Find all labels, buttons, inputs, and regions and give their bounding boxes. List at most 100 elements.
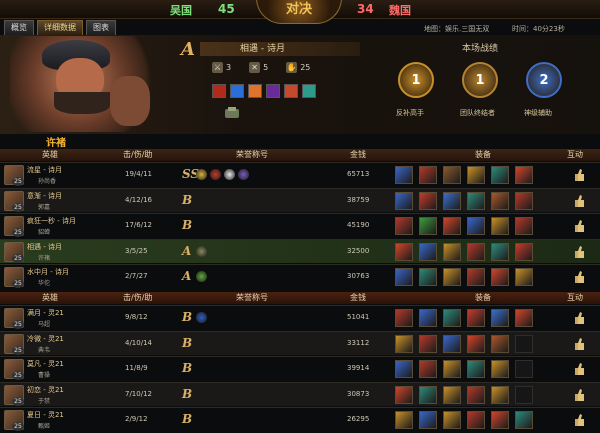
equipment-slot[interactable] — [515, 242, 533, 261]
team-left-score: 45 — [218, 2, 235, 16]
equipment-slot[interactable] — [395, 268, 413, 286]
equipment-slot[interactable] — [467, 309, 485, 327]
equipment-slot[interactable] — [419, 191, 437, 210]
equipment-slot[interactable] — [443, 360, 461, 378]
equipment-slot[interactable] — [491, 411, 509, 429]
equipment-slot[interactable] — [515, 334, 533, 353]
skill-icon — [284, 84, 298, 98]
equipment-slot[interactable] — [395, 166, 413, 184]
player-row[interactable]: 25 莫凡 - 灵21 曹操 11/8/9 B 39914 — [0, 356, 600, 380]
hero-grade: A — [181, 39, 195, 60]
equipment-slot[interactable] — [491, 334, 509, 353]
player-row[interactable]: 25 满月 - 灵21 马超 9/8/12 B 51041 — [0, 305, 600, 329]
equipment-slot[interactable] — [443, 166, 461, 184]
equipment-list — [395, 309, 533, 327]
equipment-slot[interactable] — [419, 360, 437, 378]
skill-icon — [302, 84, 316, 98]
equipment-slot[interactable] — [395, 360, 413, 378]
grade-value: B — [182, 192, 193, 207]
grade-value: B — [182, 218, 193, 232]
equipment-slot[interactable] — [515, 191, 533, 210]
equipment-slot[interactable] — [419, 217, 437, 235]
equipment-slot[interactable] — [491, 360, 509, 378]
player-row[interactable]: 25 初恋 - 灵21 于禁 7/10/12 B 30873 — [0, 381, 600, 406]
equipment-slot[interactable] — [419, 166, 437, 184]
equipment-slot[interactable] — [443, 191, 461, 210]
equipment-slot[interactable] — [467, 411, 485, 429]
equipment-slot[interactable] — [467, 385, 485, 404]
like-icon[interactable] — [574, 413, 585, 427]
equipment-slot[interactable] — [395, 191, 413, 210]
player-row[interactable]: 25 水中月 - 诗月 华佗 2/7/27 A 30763 — [0, 264, 600, 288]
player-row[interactable]: 25 夏日 - 灵21 甄姬 2/9/12 B 26295 — [0, 407, 600, 431]
equipment-slot[interactable] — [515, 217, 533, 235]
equipment-slot[interactable] — [419, 411, 437, 429]
player-row[interactable]: 25 流星 - 诗月 孙尚香 19/4/11 SS 65713 — [0, 162, 600, 186]
skill-icon — [212, 84, 226, 98]
equipment-slot[interactable] — [395, 385, 413, 404]
equipment-slot[interactable] — [443, 242, 461, 261]
like-icon[interactable] — [574, 388, 585, 402]
equipment-slot[interactable] — [395, 309, 413, 327]
like-icon[interactable] — [574, 311, 585, 325]
equipment-slot[interactable] — [443, 268, 461, 286]
equipment-slot[interactable] — [419, 268, 437, 286]
equipment-slot[interactable] — [467, 360, 485, 378]
equipment-slot[interactable] — [443, 334, 461, 353]
like-icon[interactable] — [574, 362, 585, 376]
medal-icon: 1 — [462, 62, 498, 98]
equipment-slot[interactable] — [419, 309, 437, 327]
equipment-slot[interactable] — [395, 411, 413, 429]
player-row[interactable]: 25 意渐 - 诗月 郭嘉 4/12/16 B 38759 — [0, 187, 600, 212]
like-icon[interactable] — [574, 168, 585, 182]
equipment-slot[interactable] — [443, 411, 461, 429]
honor-list — [196, 312, 207, 323]
equipment-slot[interactable] — [491, 242, 509, 261]
equipment-slot[interactable] — [491, 166, 509, 184]
equipment-slot[interactable] — [467, 268, 485, 286]
player-row[interactable]: 25 冷微 - 灵21 典韦 4/10/14 B 33112 — [0, 330, 600, 355]
equipment-slot[interactable] — [467, 242, 485, 261]
like-icon[interactable] — [574, 337, 585, 351]
equipment-slot[interactable] — [467, 191, 485, 210]
equipment-slot[interactable] — [467, 166, 485, 184]
medal-value: 1 — [475, 73, 485, 88]
equipment-slot[interactable] — [491, 191, 509, 210]
equipment-slot[interactable] — [467, 217, 485, 235]
equipment-slot[interactable] — [491, 309, 509, 327]
skill-icon — [266, 84, 280, 98]
equipment-slot[interactable] — [515, 268, 533, 286]
kda-value: 4/10/14 — [125, 338, 152, 347]
equipment-slot[interactable] — [491, 385, 509, 404]
like-icon[interactable] — [574, 245, 585, 259]
equipment-slot[interactable] — [395, 217, 413, 235]
equipment-slot[interactable] — [419, 242, 437, 261]
equipment-slot[interactable] — [491, 268, 509, 286]
col-interact: 互动 — [567, 150, 583, 159]
equipment-slot[interactable] — [419, 385, 437, 404]
gold-value: 33112 — [347, 338, 370, 347]
equipment-slot[interactable] — [515, 411, 533, 429]
equipment-list — [395, 217, 533, 235]
equipment-slot[interactable] — [443, 385, 461, 404]
like-icon[interactable] — [574, 219, 585, 233]
equipment-slot[interactable] — [443, 309, 461, 327]
equipment-slot[interactable] — [491, 217, 509, 235]
tab-details[interactable]: 详细数据 — [37, 20, 83, 36]
equipment-slot[interactable] — [515, 166, 533, 184]
like-icon[interactable] — [574, 194, 585, 208]
player-row[interactable]: 25 相遇 - 诗月 许褚 3/5/25 A 32500 — [0, 238, 600, 263]
tab-charts[interactable]: 图表 — [86, 20, 116, 36]
equipment-slot[interactable] — [515, 360, 533, 378]
like-icon[interactable] — [574, 270, 585, 284]
equipment-slot[interactable] — [395, 242, 413, 261]
equipment-slot[interactable] — [443, 217, 461, 235]
equipment-slot[interactable] — [515, 309, 533, 327]
tab-overview[interactable]: 概览 — [4, 20, 34, 36]
equipment-slot[interactable] — [419, 334, 437, 353]
equipment-slot[interactable] — [395, 334, 413, 353]
player-row[interactable]: 25 疯狂一秒 - 诗月 貂蝉 17/6/12 B 45190 — [0, 213, 600, 237]
gold-value: 51041 — [347, 313, 370, 321]
equipment-slot[interactable] — [467, 334, 485, 353]
equipment-slot[interactable] — [515, 385, 533, 404]
